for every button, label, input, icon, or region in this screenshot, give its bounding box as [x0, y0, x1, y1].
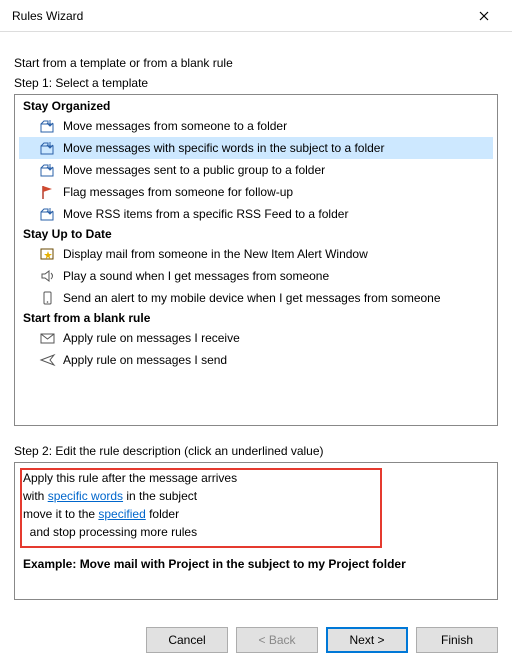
template-item-label: Flag messages from someone for follow-up: [63, 185, 293, 199]
next-button[interactable]: Next >: [326, 627, 408, 653]
move-folder-icon: [39, 162, 57, 178]
button-row: Cancel < Back Next > Finish: [146, 627, 498, 653]
template-item-label: Move messages sent to a public group to …: [63, 163, 325, 177]
template-item-alert-window[interactable]: Display mail from someone in the New Ite…: [19, 243, 493, 265]
template-item-label: Apply rule on messages I receive: [63, 331, 240, 345]
template-item-label: Move messages from someone to a folder: [63, 119, 287, 133]
template-item-label: Apply rule on messages I send: [63, 353, 227, 367]
example-text: Example: Move mail with Project in the s…: [23, 557, 489, 571]
desc-text: in the subject: [123, 489, 197, 503]
template-item-mobile-alert[interactable]: Send an alert to my mobile device when I…: [19, 287, 493, 309]
step1-label: Step 1: Select a template: [14, 76, 498, 90]
cancel-button[interactable]: Cancel: [146, 627, 228, 653]
desc-line3: move it to the specified folder: [23, 505, 489, 523]
move-folder-icon: [39, 206, 57, 222]
step2-label: Step 2: Edit the rule description (click…: [14, 444, 498, 458]
template-item-label: Move messages with specific words in the…: [63, 141, 384, 155]
template-item-label: Display mail from someone in the New Ite…: [63, 247, 368, 261]
send-icon: [39, 352, 57, 368]
close-icon: [479, 11, 489, 21]
sound-icon: [39, 268, 57, 284]
window-title: Rules Wizard: [12, 9, 464, 23]
template-item-label: Move RSS items from a specific RSS Feed …: [63, 207, 348, 221]
envelope-icon: [39, 330, 57, 346]
desc-line2: with specific words in the subject: [23, 487, 489, 505]
back-button: < Back: [236, 627, 318, 653]
specified-folder-link[interactable]: specified: [98, 507, 145, 521]
template-item-rss[interactable]: Move RSS items from a specific RSS Feed …: [19, 203, 493, 225]
template-item-send[interactable]: Apply rule on messages I send: [19, 349, 493, 371]
desc-text: move it to the: [23, 507, 98, 521]
section-stay-organized: Stay Organized: [19, 97, 493, 115]
description-box: Apply this rule after the message arrive…: [14, 462, 498, 600]
template-item-receive[interactable]: Apply rule on messages I receive: [19, 327, 493, 349]
desc-text: with: [23, 489, 48, 503]
flag-icon: [39, 184, 57, 200]
template-item-label: Play a sound when I get messages from so…: [63, 269, 329, 283]
template-item-public-group[interactable]: Move messages sent to a public group to …: [19, 159, 493, 181]
template-item-specific-words[interactable]: Move messages with specific words in the…: [19, 137, 493, 159]
intro-text: Start from a template or from a blank ru…: [14, 56, 498, 70]
desc-text: folder: [146, 507, 179, 521]
template-item-move-from-someone[interactable]: Move messages from someone to a folder: [19, 115, 493, 137]
specific-words-link[interactable]: specific words: [48, 489, 123, 503]
mobile-icon: [39, 290, 57, 306]
move-folder-icon: [39, 118, 57, 134]
content-area: Start from a template or from a blank ru…: [0, 32, 512, 600]
section-stay-up-to-date: Stay Up to Date: [19, 225, 493, 243]
move-folder-icon: [39, 140, 57, 156]
titlebar: Rules Wizard: [0, 0, 512, 32]
finish-button[interactable]: Finish: [416, 627, 498, 653]
close-button[interactable]: [464, 2, 504, 30]
alert-star-icon: [39, 246, 57, 262]
desc-line1: Apply this rule after the message arrive…: [23, 469, 489, 487]
template-item-label: Send an alert to my mobile device when I…: [63, 291, 441, 305]
desc-line4: and stop processing more rules: [23, 523, 489, 541]
template-item-play-sound[interactable]: Play a sound when I get messages from so…: [19, 265, 493, 287]
section-blank-rule: Start from a blank rule: [19, 309, 493, 327]
template-item-flag[interactable]: Flag messages from someone for follow-up: [19, 181, 493, 203]
template-list: Stay Organized Move messages from someon…: [14, 94, 498, 426]
